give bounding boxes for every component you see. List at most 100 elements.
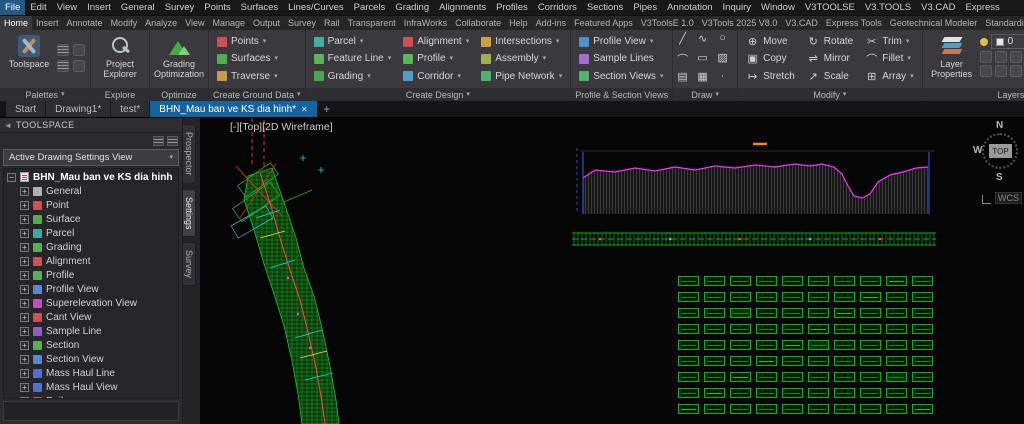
survey-toolspace-icon[interactable]: [57, 60, 69, 72]
document-tab[interactable]: test* ✕: [111, 101, 151, 117]
arc-icon[interactable]: ⌒: [676, 51, 689, 68]
layer-lock-icon[interactable]: [1009, 51, 1022, 63]
tree-item[interactable]: + Profile: [4, 268, 178, 282]
viewcube-south[interactable]: S: [996, 172, 1003, 183]
menu-item[interactable]: Parcels: [349, 0, 391, 15]
layer-properties-button[interactable]: Layer Properties: [926, 32, 978, 86]
menu-item[interactable]: Pipes: [628, 0, 662, 15]
ribbon-tab[interactable]: Insert: [32, 16, 63, 30]
expand-icon[interactable]: +: [20, 284, 29, 294]
ribbon-tab[interactable]: Manage: [208, 16, 249, 30]
ribbon-button[interactable]: Pipe Network ▾: [476, 68, 567, 85]
tree-item[interactable]: + Mass Haul Line: [4, 366, 178, 380]
ribbon-tab[interactable]: Rail: [320, 16, 344, 30]
menu-item[interactable]: V3.CAD: [916, 0, 960, 15]
layer-unisolate-icon[interactable]: [979, 65, 992, 77]
expand-icon[interactable]: +: [20, 396, 29, 398]
tree-item[interactable]: + Section View: [4, 352, 178, 366]
tree-item[interactable]: + Profile View: [4, 282, 178, 296]
menu-item[interactable]: Surfaces: [236, 0, 284, 15]
ribbon-tab[interactable]: Home: [0, 16, 33, 30]
expand-icon[interactable]: +: [20, 186, 29, 196]
rectangle-icon[interactable]: ▭: [696, 51, 709, 68]
panel-label-create-design[interactable]: Create Design ▾: [305, 88, 571, 101]
expand-icon[interactable]: +: [20, 312, 29, 322]
hatch-icon[interactable]: ▨: [716, 51, 729, 68]
ribbon-tab[interactable]: V3Tools 2025 V8.0: [698, 16, 782, 30]
ribbon-tab[interactable]: Collaborate: [451, 16, 505, 30]
ribbon-tab[interactable]: Add-ins: [532, 16, 571, 30]
new-tab-button[interactable]: +: [318, 101, 336, 117]
ribbon-button[interactable]: ⊕ Move: [741, 33, 800, 50]
project-explorer-button[interactable]: Project Explorer: [94, 32, 146, 86]
tree-item[interactable]: + Grading: [4, 240, 178, 254]
menu-item[interactable]: V3TOOLSE: [800, 0, 860, 15]
panel-label-optimize[interactable]: Optimize: [150, 88, 208, 101]
ribbon-tab[interactable]: V3.CAD: [781, 16, 822, 30]
ribbon-button[interactable]: Assembly ▾: [476, 50, 567, 67]
panel-label-layers[interactable]: Layers ▾: [922, 88, 1024, 101]
viewcube-north[interactable]: N: [996, 120, 1003, 131]
ribbon-tab[interactable]: Express Tools: [822, 16, 886, 30]
toolspace-header[interactable]: ◄ TOOLSPACE: [0, 118, 182, 133]
layer-on-bulb-icon[interactable]: [979, 37, 988, 46]
ribbon-button[interactable]: ⊞ Array ▾: [860, 68, 918, 85]
ribbon-button[interactable]: Section Views ▾: [574, 68, 668, 85]
menu-item[interactable]: Corridors: [533, 0, 582, 15]
close-icon[interactable]: ✕: [301, 105, 308, 114]
panel-label-create-ground-data[interactable]: Create Ground Data ▾: [209, 88, 305, 101]
ribbon-button[interactable]: Profile ▾: [398, 50, 474, 67]
grid-view-icon[interactable]: [167, 135, 178, 146]
expand-icon[interactable]: +: [20, 340, 29, 350]
ribbon-tab[interactable]: Geotechnical Modeler: [886, 16, 982, 30]
point-icon[interactable]: ·: [716, 70, 729, 87]
expand-icon[interactable]: +: [20, 354, 29, 364]
ribbon-tab[interactable]: Standardized Data Tool: [981, 16, 1024, 30]
panel-label-modify[interactable]: Modify ▾: [738, 88, 922, 101]
tree-item[interactable]: + Parcel: [4, 226, 178, 240]
viewport-controls-label[interactable]: [-][Top][2D Wireframe]: [230, 121, 333, 133]
grading-optimization-button[interactable]: Grading Optimization: [153, 32, 205, 86]
tree-root-item[interactable]: − BHN_Mau ban ve KS dia hinh: [4, 170, 178, 184]
ribbon-tab[interactable]: Modify: [107, 16, 142, 30]
layer-freeze-icon[interactable]: [994, 51, 1007, 63]
menu-item[interactable]: Insert: [82, 0, 116, 15]
ribbon-button[interactable]: ↻ Rotate: [802, 33, 858, 50]
ucs-indicator[interactable]: WCS: [982, 192, 1022, 204]
menu-item[interactable]: Profiles: [491, 0, 533, 15]
drawing-viewport[interactable]: [-][Top][2D Wireframe] N W TOP S WCS: [200, 118, 1024, 424]
menu-item[interactable]: Sections: [582, 0, 628, 15]
table-icon[interactable]: ▦: [696, 70, 709, 87]
ribbon-tab[interactable]: Featured Apps: [570, 16, 637, 30]
panel-label-palettes[interactable]: Palettes ▾: [0, 88, 90, 101]
ribbon-button[interactable]: Points ▾: [212, 33, 283, 50]
layer-walk-icon[interactable]: [994, 65, 1007, 77]
ribbon-button[interactable]: Traverse ▾: [212, 68, 283, 85]
tree-item[interactable]: + Superelevation View: [4, 296, 178, 310]
polyline-icon[interactable]: ∿: [696, 32, 709, 49]
ribbon-button[interactable]: ⌒ Fillet ▾: [860, 50, 918, 67]
tree-item[interactable]: + Cant View: [4, 310, 178, 324]
tree-item[interactable]: + Alignment: [4, 254, 178, 268]
expand-icon[interactable]: +: [20, 368, 29, 378]
expand-icon[interactable]: +: [20, 382, 29, 392]
ribbon-button[interactable]: ↦ Stretch: [741, 68, 800, 85]
tool-palettes-icon[interactable]: [73, 44, 85, 56]
sheet-set-manager-icon[interactable]: [73, 60, 85, 72]
layer-list-icon[interactable]: [153, 135, 164, 146]
expand-icon[interactable]: +: [20, 200, 29, 210]
expand-icon[interactable]: +: [20, 270, 29, 280]
ribbon-button[interactable]: ▣ Copy: [741, 50, 800, 67]
panel-label-explore[interactable]: Explore: [91, 88, 149, 101]
tree-item[interactable]: + Point: [4, 198, 178, 212]
tree-item[interactable]: + Section: [4, 338, 178, 352]
tree-item[interactable]: + General: [4, 184, 178, 198]
menu-item[interactable]: Lines/Curves: [283, 0, 348, 15]
tree-item[interactable]: + Rail: [4, 394, 178, 398]
document-tab[interactable]: Start ✕: [6, 101, 47, 117]
menu-item[interactable]: Inquiry: [718, 0, 757, 15]
menu-item[interactable]: V3.TOOLS: [860, 0, 916, 15]
ribbon-button[interactable]: Alignment ▾: [398, 33, 474, 50]
ribbon-tab[interactable]: View: [181, 16, 208, 30]
menu-item[interactable]: Grading: [390, 0, 434, 15]
